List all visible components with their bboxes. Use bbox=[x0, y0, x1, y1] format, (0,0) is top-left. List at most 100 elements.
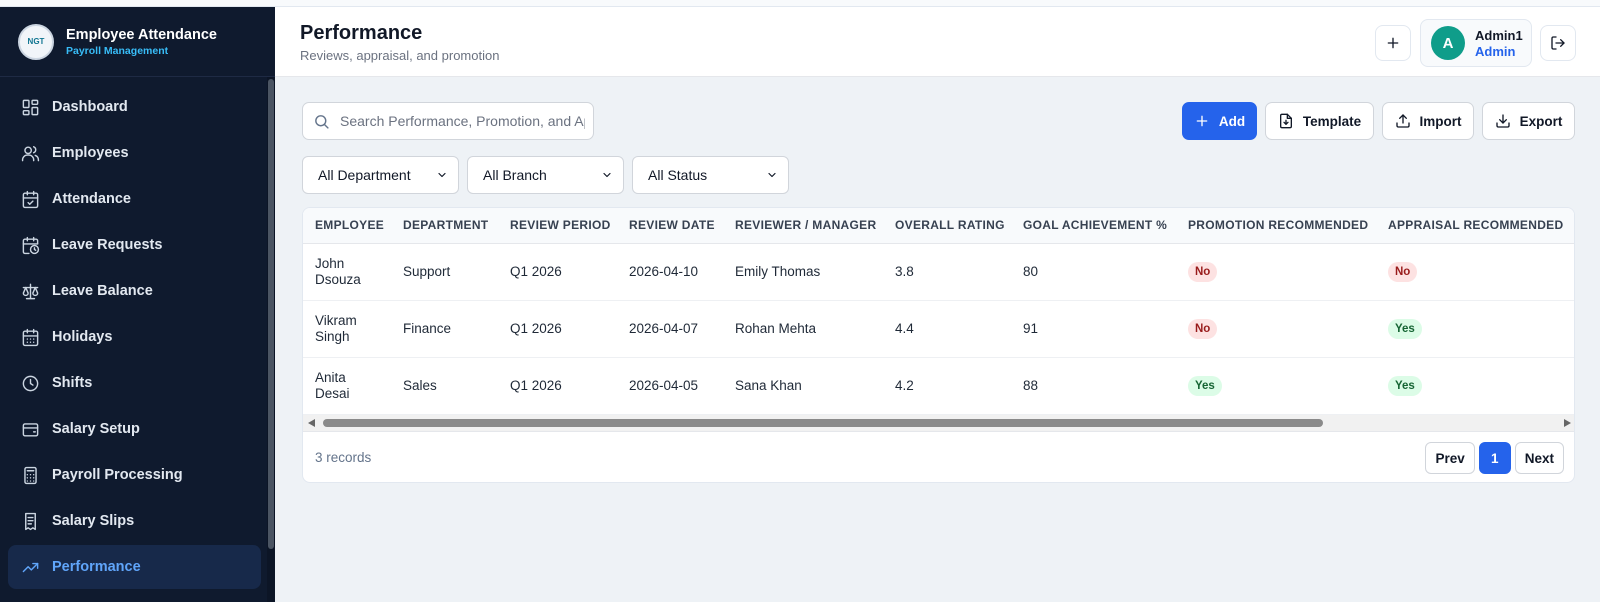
status-badge: No bbox=[1188, 261, 1218, 282]
sidebar-item-label: Shifts bbox=[52, 375, 93, 391]
appraisal-cell: Yes bbox=[1376, 300, 1574, 357]
review-period-cell: Q1 2026 bbox=[510, 263, 562, 279]
sidebar-item-label: Payroll Processing bbox=[52, 467, 183, 483]
page-button-current[interactable]: 1 bbox=[1478, 442, 1511, 474]
table-footer: 3 records Prev 1 Next bbox=[303, 431, 1574, 482]
department-select-value: All Department bbox=[318, 167, 411, 183]
user-role: Admin bbox=[1475, 43, 1516, 59]
review-period-cell: Q1 2026 bbox=[510, 377, 562, 393]
search-input[interactable] bbox=[340, 113, 585, 129]
scroll-left-arrow[interactable] bbox=[308, 419, 315, 427]
sidebar-item-label: Dashboard bbox=[52, 99, 128, 115]
receipt-icon bbox=[20, 511, 40, 531]
brand-subtitle: Payroll Management bbox=[66, 44, 169, 57]
table-row[interactable]: Vikram Singh Finance Q1 2026 2026-04-07 … bbox=[303, 300, 1574, 357]
sidebar-item-payroll-processing[interactable]: Payroll Processing bbox=[8, 453, 261, 497]
performance-table: EMPLOYEE DEPARTMENT REVIEW PERIOD REVIEW… bbox=[303, 208, 1574, 415]
dashboard-icon bbox=[20, 97, 40, 117]
chevron-down-icon bbox=[603, 172, 611, 178]
rating-cell: 4.4 bbox=[895, 320, 914, 336]
reviewer-cell: Rohan Mehta bbox=[735, 320, 817, 336]
brand-logo: NGT bbox=[18, 23, 54, 60]
column-header[interactable]: OVERALL RATING bbox=[883, 208, 1011, 243]
sidebar-item-salary-slips[interactable]: Salary Slips bbox=[8, 499, 261, 543]
department-cell: Finance bbox=[403, 320, 452, 336]
rating-cell: 3.8 bbox=[895, 263, 914, 279]
department-cell: Support bbox=[403, 263, 451, 279]
column-header[interactable]: REVIEW DATE bbox=[617, 208, 723, 243]
sidebar-scrollbar-thumb[interactable] bbox=[268, 79, 274, 549]
page-header: Performance Reviews, appraisal, and prom… bbox=[275, 7, 1600, 77]
next-page-button[interactable]: Next bbox=[1514, 442, 1564, 474]
status-select[interactable]: All Status bbox=[632, 156, 789, 194]
add-button[interactable]: Add bbox=[1182, 102, 1257, 140]
employee-cell: Vikram Singh bbox=[315, 312, 357, 344]
calendar-check-icon bbox=[20, 189, 40, 209]
page-subtitle: Reviews, appraisal, and promotion bbox=[300, 48, 500, 63]
status-badge: No bbox=[1188, 318, 1218, 339]
template-button-label: Template bbox=[1302, 113, 1362, 129]
branch-select-value: All Branch bbox=[483, 167, 547, 183]
department-select[interactable]: All Department bbox=[302, 156, 459, 194]
promotion-cell: No bbox=[1176, 243, 1376, 300]
goal-cell: 88 bbox=[1023, 377, 1039, 393]
column-header[interactable]: REVIEW PERIOD bbox=[498, 208, 617, 243]
user-menu[interactable]: A Admin1 Admin bbox=[1420, 19, 1532, 67]
column-header[interactable]: PROMOTION RECOMMENDED bbox=[1176, 208, 1376, 243]
column-header[interactable]: GOAL ACHIEVEMENT % bbox=[1011, 208, 1176, 243]
sidebar-item-employees[interactable]: Employees bbox=[8, 131, 261, 175]
calendar-icon bbox=[20, 327, 40, 347]
top-edge bbox=[0, 0, 1600, 7]
scroll-right-arrow[interactable] bbox=[1564, 419, 1571, 427]
sidebar-item-leave-requests[interactable]: Leave Requests bbox=[8, 223, 261, 267]
goal-cell: 91 bbox=[1023, 320, 1039, 336]
search-box[interactable] bbox=[302, 102, 594, 140]
column-header[interactable]: DEPARTMENT bbox=[391, 208, 498, 243]
column-header[interactable]: EMPLOYEE bbox=[303, 208, 391, 243]
scrollbar-thumb[interactable] bbox=[323, 419, 1323, 427]
branch-select[interactable]: All Branch bbox=[467, 156, 624, 194]
table-row[interactable]: Anita Desai Sales Q1 2026 2026-04-05 San… bbox=[303, 357, 1574, 414]
scale-icon bbox=[20, 281, 40, 301]
sidebar-item-dashboard[interactable]: Dashboard bbox=[8, 85, 261, 129]
user-name: Admin1 bbox=[1475, 27, 1523, 43]
sidebar-item-shifts[interactable]: Shifts bbox=[8, 361, 261, 405]
table-row[interactable]: John Dsouza Support Q1 2026 2026-04-10 E… bbox=[303, 243, 1574, 300]
sidebar-item-attendance[interactable]: Attendance bbox=[8, 177, 261, 221]
sidebar-item-holidays[interactable]: Holidays bbox=[8, 315, 261, 359]
quick-add-button[interactable] bbox=[1375, 25, 1411, 61]
template-button[interactable]: Template bbox=[1265, 102, 1374, 140]
employee-cell: John Dsouza bbox=[315, 255, 361, 287]
chevron-down-icon bbox=[438, 172, 446, 178]
plus-icon bbox=[1387, 37, 1399, 49]
column-header[interactable]: REVIEWER / MANAGER bbox=[723, 208, 883, 243]
download-icon bbox=[1495, 114, 1510, 128]
sidebar-item-leave-balance[interactable]: Leave Balance bbox=[8, 269, 261, 313]
import-button[interactable]: Import bbox=[1382, 102, 1474, 140]
import-button-label: Import bbox=[1419, 113, 1462, 129]
prev-page-button[interactable]: Prev bbox=[1425, 442, 1475, 474]
search-icon bbox=[315, 114, 329, 129]
employee-cell: Anita Desai bbox=[315, 369, 350, 401]
column-header[interactable]: APPRAISAL RECOMMENDED bbox=[1376, 208, 1574, 243]
department-cell: Sales bbox=[403, 377, 437, 393]
appraisal-cell: Yes bbox=[1376, 357, 1574, 414]
review-date-cell: 2026-04-10 bbox=[629, 263, 699, 279]
users-icon bbox=[20, 143, 40, 163]
logout-button[interactable] bbox=[1540, 25, 1576, 61]
status-select-value: All Status bbox=[648, 167, 708, 183]
sidebar-item-salary-setup[interactable]: Salary Setup bbox=[8, 407, 261, 451]
export-button[interactable]: Export bbox=[1482, 102, 1575, 140]
sidebar-item-performance[interactable]: Performance bbox=[8, 545, 261, 589]
avatar: A bbox=[1431, 26, 1465, 60]
promotion-cell: Yes bbox=[1176, 357, 1376, 414]
plus-icon bbox=[1196, 115, 1208, 127]
brand-title: Employee Attendance bbox=[66, 26, 217, 43]
promotion-cell: No bbox=[1176, 300, 1376, 357]
table-horizontal-scrollbar[interactable] bbox=[303, 415, 1574, 431]
goal-cell: 80 bbox=[1023, 263, 1039, 279]
chevron-down-icon bbox=[768, 172, 776, 178]
wallet-icon bbox=[20, 419, 40, 439]
sidebar-item-label: Performance bbox=[52, 559, 141, 575]
reviewer-cell: Emily Thomas bbox=[735, 263, 821, 279]
